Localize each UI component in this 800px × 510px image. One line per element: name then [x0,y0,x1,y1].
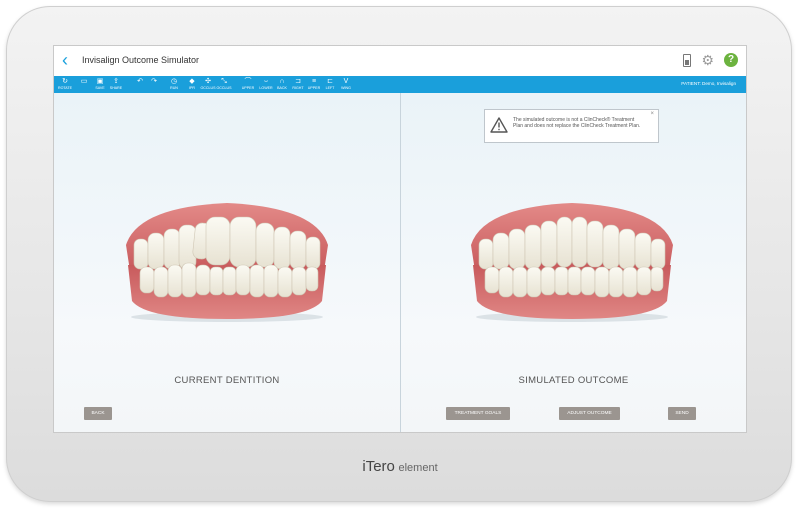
tool-label: LEFT [325,86,335,90]
tool-icon: ⊏ [327,78,333,85]
tool-icon: ◆ [189,78,195,85]
toolbar-tool-9[interactable]: ⤡ OCCLUS [216,77,232,91]
app-title: Invisalign Outcome Simulator [82,55,200,65]
tool-icon: ◷ [170,78,178,85]
back-button[interactable]: BACK [84,407,112,420]
tool-label: UPPER [241,86,255,90]
toolbar-tool-10[interactable]: ⌒ UPPER [240,77,256,91]
toolbar-tool-3[interactable]: ⇪ SHARE [108,77,124,91]
tool-label: BACK [277,86,287,90]
help-icon[interactable]: ? [724,53,738,67]
tool-label: UPPER [307,86,321,90]
simulated-outcome-panel: The simulated outcome is not a ClinCheck… [401,93,746,432]
tool-label: SAVE [95,86,105,90]
tool-icon: ▭ [80,78,88,85]
toolbar-tool-15[interactable]: ⊏ LEFT [322,77,338,91]
tool-icon: ⇪ [113,78,119,85]
disclaimer-text: The simulated outcome is not a ClinCheck… [513,117,641,129]
tool-label: SHARE [109,86,123,90]
tool-icon: V [343,78,349,85]
tool-icon: ▣ [96,78,104,85]
tool-label: OCCLUS [200,86,216,90]
toolbar-tool-11[interactable]: ⌣ LOWER [258,77,274,91]
toolbar-tool-7[interactable]: ◆ IPR [184,77,200,91]
title-bar: ‹ Invisalign Outcome Simulator ⚙ ? [54,46,746,76]
simulated-outcome-label: SIMULATED OUTCOME [518,375,629,386]
toolbar-tool-6[interactable]: ◷ RUN [166,77,182,91]
tool-label: RUN [170,86,178,90]
current-dentition-label: CURRENT DENTITION [174,375,280,386]
toolbar-tool-16[interactable]: V WING [338,77,354,91]
tool-icon: ⊐ [295,78,301,85]
tool-icon: ✣ [205,78,211,85]
current-dentition-model[interactable] [118,201,336,323]
current-dentition-panel: CURRENT DENTITION BACK [54,93,401,432]
tool-icon: ⌒ [244,78,252,85]
toolbar-tool-13[interactable]: ⊐ RIGHT [290,77,306,91]
toolbar-tool-0[interactable]: ↻ ROTATE [57,77,73,91]
send-button[interactable]: SEND [668,407,696,420]
disclaimer-notice: The simulated outcome is not a ClinCheck… [484,109,659,143]
tool-icon: ↻ [62,78,68,85]
tool-label: IPR [189,86,195,90]
app-screen: ‹ Invisalign Outcome Simulator ⚙ ? ↻ ROTA… [54,46,746,432]
toolbar-tool-5[interactable]: ↷ [146,77,162,86]
tool-icon: ↷ [151,78,157,85]
simulated-outcome-model[interactable] [463,201,681,323]
treatment-goals-button[interactable]: TREATMENT GOALS [446,407,510,420]
tool-label: RIGHT [292,86,304,90]
tool-icon: ⌣ [263,78,269,85]
tool-icon: ∩ [279,78,285,85]
toolbar-tool-12[interactable]: ∩ BACK [274,77,290,91]
battery-icon [683,53,692,67]
brand-logo: iTero [362,458,395,475]
device-brand: iTero element [340,458,460,475]
toolbar: ↻ ROTATE ▭ ▣ SAVE ⇪ SHARE ↶ ↷ ◷ RUN ◆ IPR ✣ OCCLUS ⤡ OCC… [54,76,746,93]
adjust-outcome-button[interactable]: ADJUST OUTCOME [559,407,620,420]
tool-icon: ≡ [311,78,317,85]
tool-label: ROTATE [57,86,73,90]
gear-icon[interactable]: ⚙ [701,53,714,67]
tool-icon: ⤡ [221,78,227,85]
close-icon[interactable]: × [650,111,654,117]
warning-icon [490,117,508,133]
toolbar-tool-14[interactable]: ≡ UPPER [306,77,322,91]
patient-label: PATIENT: Demo, Invisalign [681,81,736,86]
toolbar-tool-8[interactable]: ✣ OCCLUS [200,77,216,91]
tool-label: LOWER [259,86,273,90]
toolbar-tool-1[interactable]: ▭ [76,77,92,86]
tool-label: OCCLUS [216,86,232,90]
brand-sub: element [398,462,438,474]
tool-label: WING [341,86,351,90]
toolbar-tool-2[interactable]: ▣ SAVE [92,77,108,91]
back-arrow-icon[interactable]: ‹ [62,51,68,69]
